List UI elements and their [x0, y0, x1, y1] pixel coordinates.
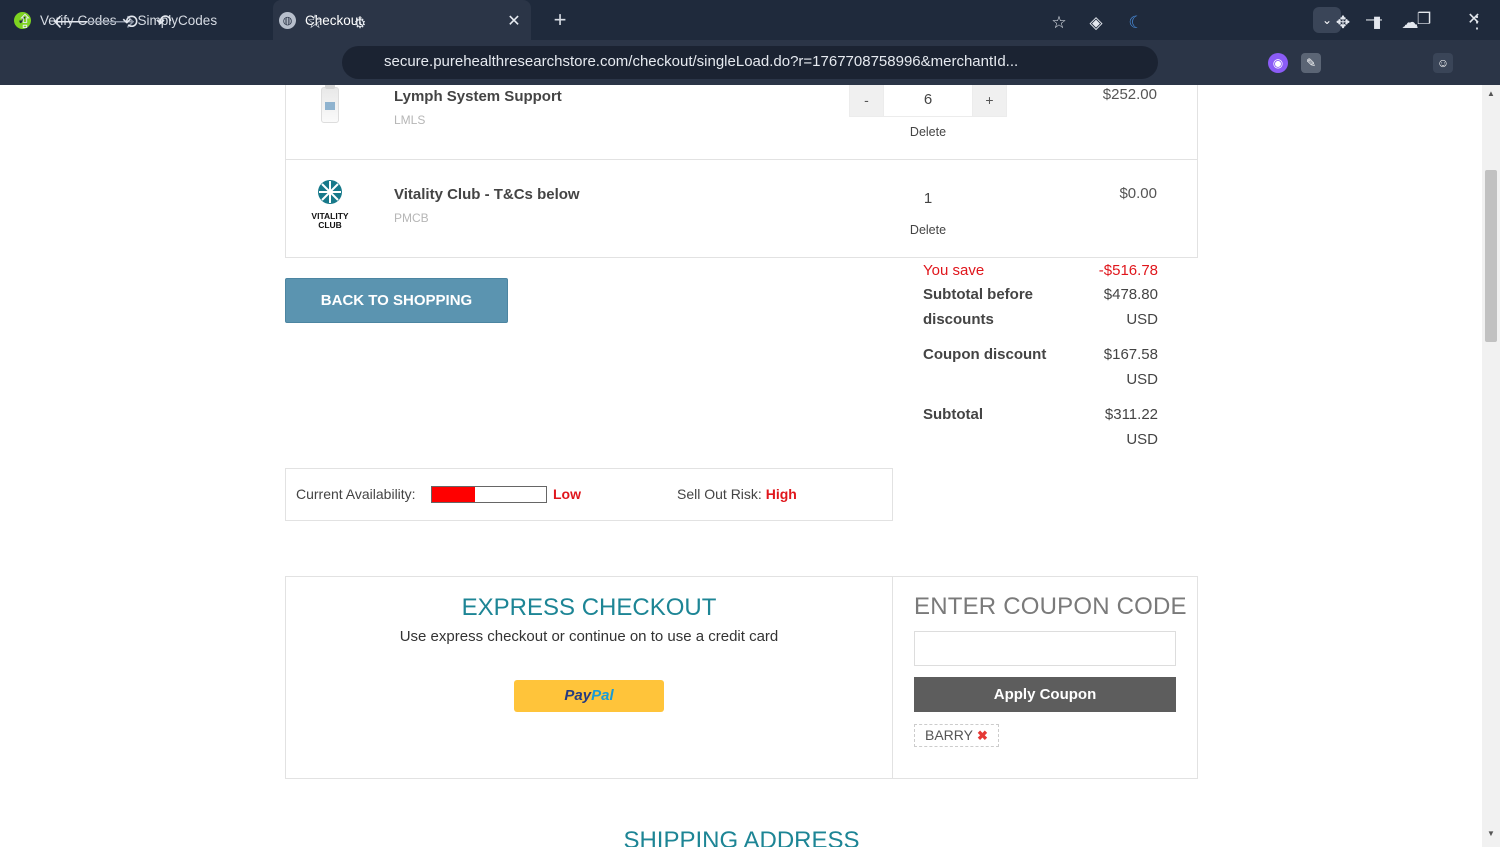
- dark-mode-icon[interactable]: ☾: [1124, 11, 1148, 35]
- sell-out-risk-label: Sell Out Risk:: [677, 486, 762, 502]
- delete-item-link[interactable]: Delete: [898, 125, 958, 139]
- url-text: secure.purehealthresearchstore.com/check…: [384, 53, 1019, 70]
- extension-purple-icon[interactable]: ◉: [1268, 53, 1288, 73]
- subtotal-before-currency: USD: [1126, 311, 1158, 328]
- availability-bar: [431, 486, 547, 503]
- subtotal-currency: USD: [1126, 431, 1158, 448]
- you-save-value: -$516.78: [1098, 262, 1158, 279]
- product-sku: PMCB: [394, 211, 429, 225]
- availability-label: Current Availability:: [296, 486, 416, 502]
- applied-coupon-code: BARRY: [925, 727, 973, 743]
- scroll-down-arrow-icon[interactable]: ▼: [1485, 829, 1497, 838]
- subtotal-before-value: $478.80: [1103, 286, 1158, 303]
- remove-coupon-icon[interactable]: ✖: [977, 725, 988, 746]
- paypal-logo-pay: Pay: [564, 687, 592, 704]
- subtotal-value: $311.22: [1104, 406, 1158, 423]
- cart-table: [285, 85, 1198, 258]
- sell-out-risk-value: High: [765, 486, 797, 502]
- delete-item-link[interactable]: Delete: [898, 223, 958, 237]
- coupon-discount-currency: USD: [1126, 371, 1158, 388]
- paypal-button[interactable]: PayPal: [514, 680, 664, 712]
- quantity-input[interactable]: 6: [884, 85, 972, 117]
- bookmark-star-icon[interactable]: ☆: [303, 11, 327, 35]
- globe-icon: ◍: [279, 11, 296, 29]
- quantity-stepper: - 6 +: [849, 85, 1007, 117]
- vitality-club-logo-text: VITALITY CLUB: [311, 211, 349, 230]
- vitality-club-mark-icon: [318, 180, 342, 204]
- quantity-increase-button[interactable]: +: [972, 85, 1007, 117]
- product-price: $252.00: [1102, 86, 1157, 103]
- availability-bar-fill: [432, 487, 476, 502]
- availability-level-text: Low: [553, 486, 581, 502]
- upload-icon[interactable]: ⇪: [13, 11, 37, 35]
- side-panel-icon[interactable]: ▮: [1365, 11, 1389, 35]
- site-settings-icon[interactable]: ⚙: [348, 11, 372, 35]
- coupon-code-input[interactable]: [914, 631, 1176, 666]
- coupon-title: ENTER COUPON CODE: [914, 593, 1187, 620]
- coupon-discount-value: $167.58: [1103, 346, 1158, 363]
- shipping-address-title: SHIPPING ADDRESS: [623, 827, 860, 847]
- reload-icon[interactable]: ⟲: [118, 11, 142, 35]
- product-price: $0.00: [1119, 185, 1157, 202]
- cloud-upload-icon[interactable]: ☁: [1398, 11, 1422, 35]
- menu-kebab-icon[interactable]: ⋮: [1465, 11, 1489, 35]
- vitality-club-logo: VITALITY CLUB: [304, 179, 356, 231]
- product-name[interactable]: Vitality Club - T&Cs below: [394, 186, 580, 203]
- new-tab-icon[interactable]: +: [548, 7, 572, 33]
- express-checkout-subtitle: Use express checkout or continue on to u…: [399, 628, 779, 645]
- sell-out-risk: Sell Out Risk: High: [677, 486, 797, 502]
- panel-divider: [892, 576, 893, 779]
- product-sku: LMLS: [394, 113, 426, 127]
- paypal-logo-pal: Pal: [591, 687, 614, 704]
- cart-row-divider: [285, 159, 1198, 160]
- close-tab-icon[interactable]: ✕: [505, 11, 523, 31]
- scroll-up-arrow-icon[interactable]: ▲: [1485, 89, 1497, 98]
- product-image-lymph: [321, 85, 339, 123]
- profile-avatar-icon[interactable]: ☺: [1433, 53, 1453, 73]
- express-checkout-title: EXPRESS CHECKOUT: [461, 594, 717, 621]
- undo-icon[interactable]: ↶: [152, 11, 176, 35]
- back-to-shopping-button[interactable]: BACK TO SHOPPING: [285, 278, 508, 323]
- apply-coupon-button[interactable]: Apply Coupon: [914, 677, 1176, 712]
- bookmark-icon[interactable]: ☆: [1047, 11, 1071, 35]
- scrollbar-thumb[interactable]: [1485, 170, 1497, 342]
- extension-layers-icon[interactable]: ◈: [1084, 11, 1108, 35]
- page-content: Lymph System Support LMLS - 6 + Delete $…: [0, 85, 1482, 847]
- extension-edit-icon[interactable]: ✎: [1301, 53, 1321, 73]
- applied-coupon-chip: BARRY ✖: [914, 724, 999, 747]
- extensions-puzzle-icon[interactable]: ✥: [1331, 11, 1355, 35]
- quantity-decrease-button[interactable]: -: [849, 85, 884, 117]
- quantity-value: 1: [923, 190, 933, 207]
- product-name[interactable]: Lymph System Support: [394, 88, 562, 105]
- back-icon[interactable]: 🡐: [52, 11, 103, 35]
- forward-icon[interactable]: 🡒: [85, 11, 136, 35]
